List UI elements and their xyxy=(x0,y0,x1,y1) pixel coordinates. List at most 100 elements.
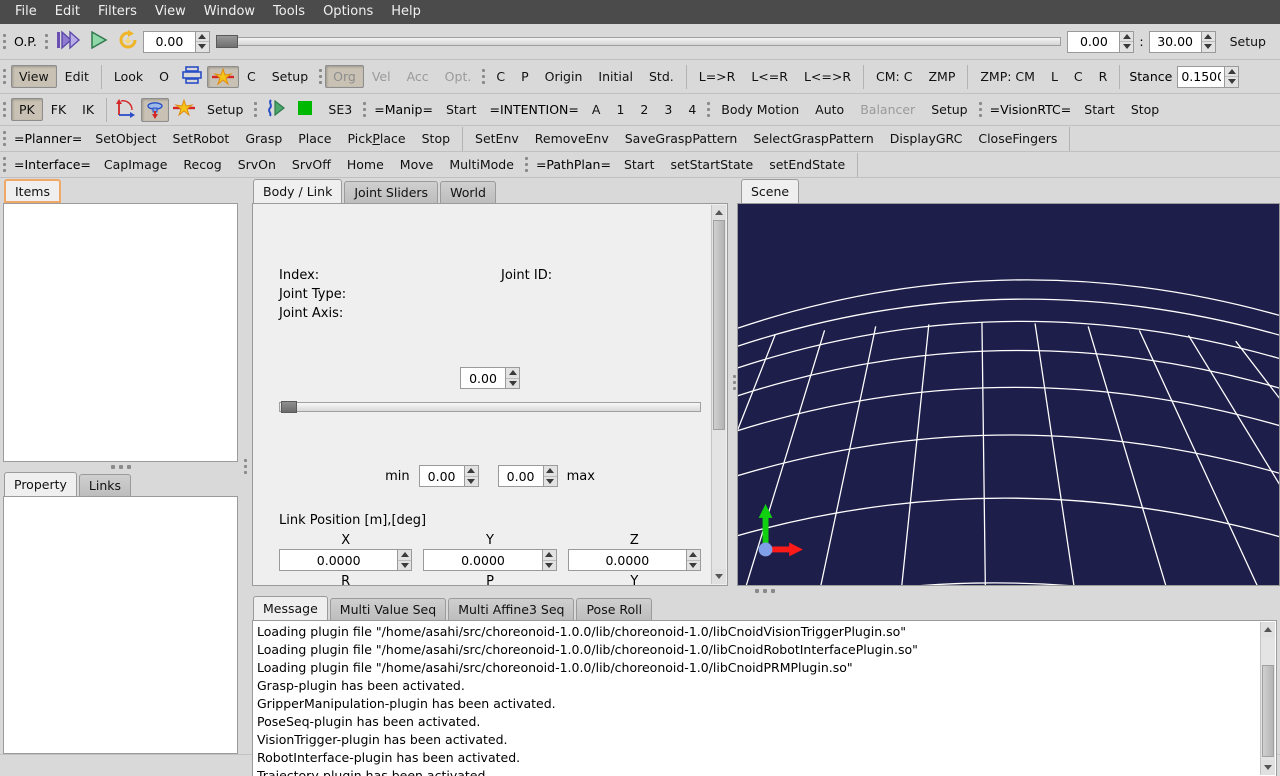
tab-joint-sliders[interactable]: Joint Sliders xyxy=(344,181,438,203)
menu-item-file[interactable]: File xyxy=(6,2,46,22)
cm-c-button[interactable]: CM: C xyxy=(868,65,920,88)
menu-item-view[interactable]: View xyxy=(146,2,195,22)
spin-up-icon[interactable] xyxy=(196,32,209,43)
body-motion-button[interactable]: Body Motion xyxy=(713,98,807,121)
walk-icon[interactable] xyxy=(260,98,290,121)
vel-button[interactable]: Vel xyxy=(364,65,399,88)
current-time-spin-buttons[interactable] xyxy=(195,31,210,53)
balancer-button[interactable]: Balancer xyxy=(852,98,923,121)
range-end-input[interactable] xyxy=(1149,31,1201,53)
spin-up-icon[interactable] xyxy=(543,550,556,561)
kinematics-setup-button[interactable]: Setup xyxy=(199,98,251,121)
pick-place-button[interactable]: PickPlace xyxy=(340,127,414,150)
scroll-down-icon[interactable] xyxy=(1261,760,1275,775)
camera-icon[interactable] xyxy=(177,65,207,88)
spin-up-icon[interactable] xyxy=(398,550,411,561)
intention-2-button[interactable]: 2 xyxy=(632,98,656,121)
z-spinbox[interactable] xyxy=(568,549,701,571)
move-button[interactable]: Move xyxy=(392,153,442,176)
spin-down-icon[interactable] xyxy=(544,477,557,487)
tab-links[interactable]: Links xyxy=(79,474,131,496)
time-slider[interactable] xyxy=(216,35,1062,49)
recog-button[interactable]: Recog xyxy=(175,153,229,176)
menu-item-options[interactable]: Options xyxy=(314,2,382,22)
org-button[interactable]: Org xyxy=(325,65,364,88)
pk-button[interactable]: PK xyxy=(11,98,43,121)
place-button[interactable]: Place xyxy=(290,127,339,150)
menu-item-edit[interactable]: Edit xyxy=(46,2,89,22)
message-panel[interactable]: Loading plugin file "/home/asahi/src/cho… xyxy=(252,620,1277,776)
set-start-state-button[interactable]: setStartState xyxy=(662,153,761,176)
cap-image-button[interactable]: CapImage xyxy=(96,153,175,176)
tab-message[interactable]: Message xyxy=(253,596,328,620)
r-to-l-button[interactable]: L<=R xyxy=(743,65,796,88)
refresh-icon[interactable] xyxy=(113,29,143,54)
joint-min-spinbox[interactable] xyxy=(419,465,479,487)
set-end-state-button[interactable]: setEndState xyxy=(761,153,853,176)
opt-button[interactable]: Opt. xyxy=(437,65,480,88)
tab-property[interactable]: Property xyxy=(4,472,77,496)
spin-down-icon[interactable] xyxy=(465,477,478,487)
toolbar-grip[interactable] xyxy=(251,94,260,125)
close-fingers-button[interactable]: CloseFingers xyxy=(970,127,1065,150)
toolbar-grip[interactable] xyxy=(0,24,9,59)
joint-value-input[interactable] xyxy=(460,367,505,389)
z-input[interactable] xyxy=(568,549,686,571)
joint-min-input[interactable] xyxy=(419,465,464,487)
srv-off-button[interactable]: SrvOff xyxy=(284,153,339,176)
y-input[interactable] xyxy=(423,549,541,571)
display-grc-button[interactable]: DisplayGRC xyxy=(882,127,971,150)
scroll-down-icon[interactable] xyxy=(712,569,726,584)
o-button[interactable]: O xyxy=(151,65,177,88)
snap-to-surface-icon[interactable] xyxy=(141,98,169,122)
bodylink-scrollbar[interactable] xyxy=(711,205,726,584)
visionrtc-stop-button[interactable]: Stop xyxy=(1123,98,1167,121)
collision-icon[interactable] xyxy=(169,99,199,120)
spin-down-icon[interactable] xyxy=(1225,77,1238,87)
joint-max-input[interactable] xyxy=(498,465,543,487)
select-grasp-pattern-button[interactable]: SelectGraspPattern xyxy=(745,127,881,150)
fk-button[interactable]: FK xyxy=(43,98,74,121)
property-panel[interactable] xyxy=(3,496,238,754)
manip-start-button[interactable]: Start xyxy=(438,98,485,121)
message-scroll-track[interactable] xyxy=(1261,637,1275,760)
c3-button[interactable]: C xyxy=(1066,65,1091,88)
tab-body-link[interactable]: Body / Link xyxy=(253,179,342,203)
l-button[interactable]: L xyxy=(1043,65,1066,88)
zmp-button[interactable]: ZMP xyxy=(920,65,963,88)
menu-item-help[interactable]: Help xyxy=(382,2,430,22)
grasp-button[interactable]: Grasp xyxy=(237,127,290,150)
visionrtc-start-button[interactable]: Start xyxy=(1076,98,1123,121)
set-object-button[interactable]: SetObject xyxy=(87,127,164,150)
menu-item-window[interactable]: Window xyxy=(195,2,264,22)
play-icon[interactable] xyxy=(85,29,113,54)
r-button[interactable]: R xyxy=(1091,65,1116,88)
joint-max-spin-buttons[interactable] xyxy=(543,465,558,487)
joint-slider[interactable] xyxy=(279,401,701,414)
current-time-spinbox[interactable] xyxy=(143,31,210,53)
spin-up-icon[interactable] xyxy=(1120,32,1133,43)
stance-input[interactable] xyxy=(1177,66,1224,88)
y-spin-buttons[interactable] xyxy=(542,549,557,571)
view-button[interactable]: View xyxy=(11,65,57,88)
message-splitter-handle[interactable] xyxy=(249,586,1280,595)
toolbar-grip[interactable] xyxy=(976,94,985,125)
c2-button[interactable]: C xyxy=(488,65,513,88)
joint-value-spin-buttons[interactable] xyxy=(505,367,520,389)
auto-button[interactable]: Auto xyxy=(807,98,852,121)
intention-a-button[interactable]: A xyxy=(584,98,609,121)
se3-button[interactable]: SE3 xyxy=(320,98,360,121)
remove-env-button[interactable]: RemoveEnv xyxy=(527,127,617,150)
ik-button[interactable]: IK xyxy=(74,98,102,121)
view-setup-button[interactable]: Setup xyxy=(264,65,316,88)
toolbar-grip[interactable] xyxy=(704,94,713,125)
set-env-button[interactable]: SetEnv xyxy=(467,127,527,150)
origin-button[interactable]: Origin xyxy=(537,65,591,88)
current-time-input[interactable] xyxy=(143,31,195,53)
collision-detection-icon[interactable] xyxy=(207,66,239,88)
joint-value-spinbox[interactable] xyxy=(460,367,520,389)
range-start-spin-buttons[interactable] xyxy=(1119,31,1134,53)
x-spin-buttons[interactable] xyxy=(397,549,412,571)
scene-3d-view[interactable] xyxy=(737,203,1280,586)
toolbar-grip[interactable] xyxy=(522,152,531,177)
